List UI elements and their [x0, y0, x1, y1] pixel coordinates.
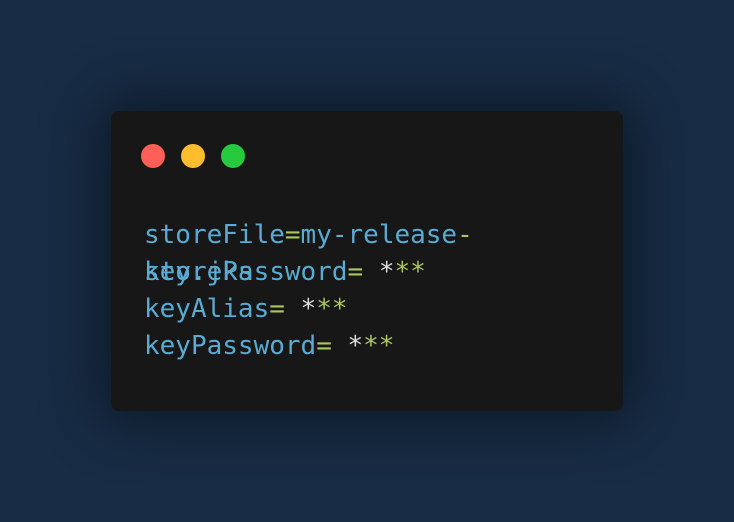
minimize-dot-icon[interactable] — [181, 144, 205, 168]
code-key: storePassword — [144, 257, 348, 287]
code-mask: * — [347, 331, 364, 361]
code-window: storeFile=my-release- key.jks storePassw… — [111, 111, 623, 411]
code-mask: * — [300, 294, 317, 324]
code-value: my-release — [300, 220, 458, 250]
code-line-keyalias: keyAlias= *** — [144, 291, 514, 328]
code-line-storepassword: storePassword= *** — [144, 254, 514, 291]
code-value-dash: - — [457, 220, 473, 250]
code-line-storefile: storeFile=my-release- key.jks — [144, 217, 514, 287]
code-key: keyAlias — [144, 294, 270, 324]
code-mask: ** — [394, 257, 426, 287]
code-operator: = — [316, 331, 332, 361]
code-operator: = — [269, 294, 285, 324]
code-line-keypassword: keyPassword= *** — [144, 328, 514, 365]
code-mask: ** — [316, 294, 348, 324]
code-operator: = — [284, 220, 301, 250]
maximize-dot-icon[interactable] — [221, 144, 245, 168]
code-key: keyPassword — [144, 331, 317, 361]
code-block: storeFile=my-release- key.jks storePassw… — [144, 217, 514, 365]
close-dot-icon[interactable] — [141, 144, 165, 168]
code-operator: = — [347, 257, 364, 287]
code-mask: * — [378, 257, 395, 287]
code-key: storeFile — [144, 220, 285, 250]
code-mask: ** — [363, 331, 395, 361]
